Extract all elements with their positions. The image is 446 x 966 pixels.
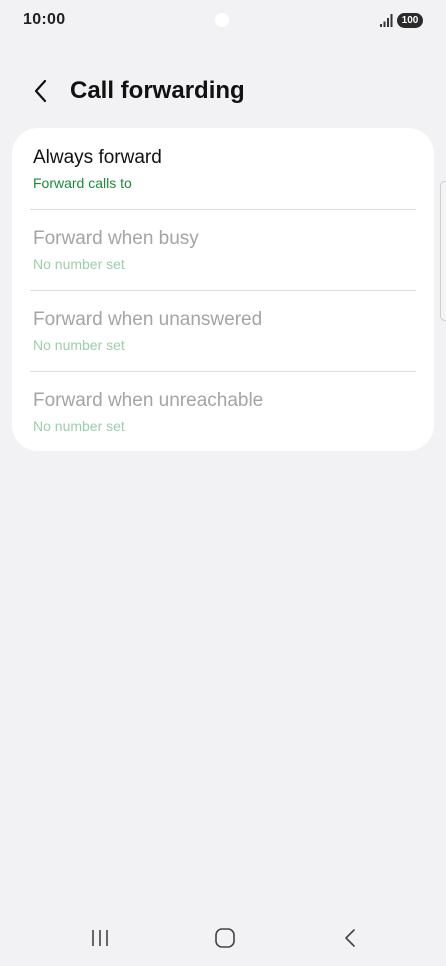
option-title: Forward when unanswered <box>33 309 263 330</box>
option-forward-when-unreachable[interactable]: Forward when unreachable No number set <box>12 371 434 452</box>
chevron-left-icon <box>34 79 47 103</box>
option-forward-when-unanswered[interactable]: Forward when unanswered No number set <box>12 290 434 371</box>
forwarding-options-card: Always forward Forward calls to Forward … <box>12 128 434 451</box>
option-subtitle: No number set <box>33 256 125 272</box>
battery-icon: 100 <box>397 13 423 28</box>
signal-icon <box>380 14 393 27</box>
back-icon <box>345 929 355 947</box>
option-title: Forward when busy <box>33 228 199 249</box>
navigation-bar <box>0 910 446 966</box>
home-icon <box>215 928 235 948</box>
back-button[interactable] <box>24 74 58 108</box>
status-bar: 10:00 100 <box>0 0 446 42</box>
option-subtitle: No number set <box>33 337 125 353</box>
option-title: Forward when unreachable <box>33 390 264 411</box>
option-subtitle: No number set <box>33 418 125 434</box>
edge-panel-handle[interactable] <box>440 181 446 321</box>
page-title: Call forwarding <box>70 77 245 104</box>
home-button[interactable] <box>207 924 243 952</box>
nav-back-button[interactable] <box>332 924 368 952</box>
recents-icon <box>92 930 108 946</box>
option-title: Always forward <box>33 147 162 168</box>
option-subtitle: Forward calls to <box>33 175 132 191</box>
option-forward-when-busy[interactable]: Forward when busy No number set <box>12 209 434 290</box>
status-time: 10:00 <box>23 11 66 28</box>
option-always-forward[interactable]: Always forward Forward calls to <box>12 128 434 209</box>
camera-cutout <box>215 13 229 27</box>
header: Call forwarding <box>0 64 446 120</box>
recents-button[interactable] <box>82 924 118 952</box>
